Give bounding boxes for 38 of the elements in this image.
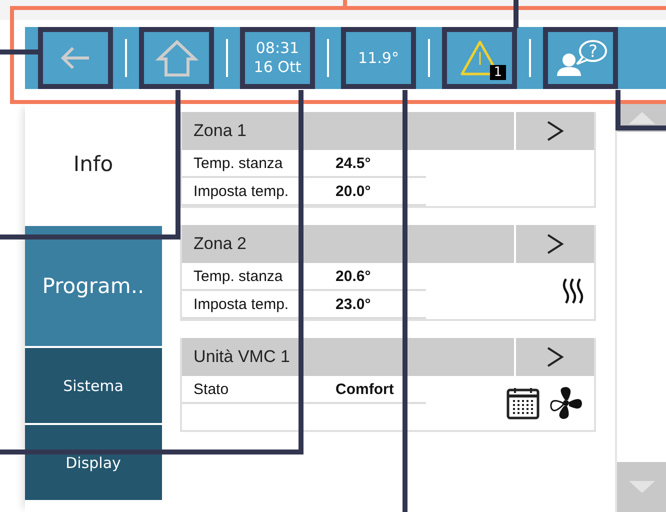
clock-time: 08:31 (256, 39, 300, 58)
back-button[interactable] (38, 27, 113, 89)
alert-count-badge: 1 (490, 65, 506, 80)
home-icon (154, 39, 198, 77)
open-zone-button[interactable] (516, 225, 594, 263)
up-triangle-icon (626, 111, 657, 125)
field-label: Stato (194, 380, 230, 398)
clock-date: 16 Ott (254, 58, 302, 77)
field-label: Temp. stanza (194, 268, 284, 284)
sidebar-tab[interactable]: Info (25, 104, 162, 226)
field-label: Temp. stanza (194, 154, 284, 172)
sidebar-tab[interactable]: Sistema (25, 348, 162, 425)
calendar-icon (506, 386, 540, 420)
zone-title: Unità VMC 1 (182, 338, 514, 376)
chevron-right-icon (545, 120, 566, 142)
sidebar-tab[interactable]: Display (25, 425, 162, 502)
callout-line (616, 90, 666, 130)
fan-icon (548, 385, 584, 421)
chevron-right-icon (545, 233, 566, 255)
field-value: 20.0° (336, 182, 371, 200)
heating-icon (562, 277, 584, 305)
down-triangle-icon (626, 480, 657, 494)
field-value: 20.6° (336, 268, 371, 284)
home-button[interactable] (139, 27, 214, 89)
open-zone-button[interactable] (516, 338, 594, 376)
zone-title: Zona 1 (182, 112, 514, 150)
field-label: Imposta temp. (194, 296, 290, 312)
callout-line (0, 50, 38, 54)
open-zone-button[interactable] (516, 112, 594, 150)
field-label: Imposta temp. (194, 182, 290, 200)
alert-button[interactable]: 1 (442, 27, 517, 89)
field-value: Comfort (336, 380, 394, 398)
callout-line (514, 0, 518, 28)
sidebar-tab[interactable]: Program.. (25, 226, 162, 348)
chevron-right-icon (545, 346, 566, 368)
field-value: 24.5° (336, 154, 371, 172)
field-value: 23.0° (336, 296, 371, 312)
zone-title: Zona 2 (182, 225, 514, 263)
